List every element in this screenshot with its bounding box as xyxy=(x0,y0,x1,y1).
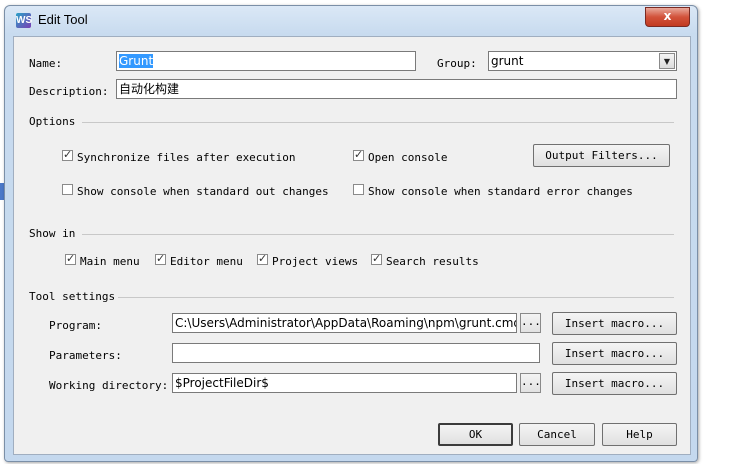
dialog-body: Name: Grunt Group: grunt ▼ Description: … xyxy=(13,36,691,455)
working-directory-input[interactable]: $ProjectFileDir$ xyxy=(172,373,517,393)
show-in-divider xyxy=(82,234,674,235)
show-console-out-checkbox[interactable] xyxy=(62,184,73,195)
show-console-err-label: Show console when standard error changes xyxy=(368,185,633,198)
show-console-out-label: Show console when standard out changes xyxy=(77,185,329,198)
working-directory-insert-macro-button[interactable]: Insert macro... xyxy=(552,372,677,395)
help-button[interactable]: Help xyxy=(602,423,677,446)
name-label: Name: xyxy=(29,57,63,70)
options-heading: Options xyxy=(29,115,76,128)
editor-menu-label: Editor menu xyxy=(170,255,243,268)
program-label: Program: xyxy=(49,319,102,332)
webstorm-icon: WS xyxy=(16,13,33,28)
group-value: grunt xyxy=(491,54,524,68)
group-combobox[interactable]: grunt ▼ xyxy=(488,51,677,71)
project-views-checkbox[interactable]: ✓ xyxy=(257,252,268,265)
group-label: Group: xyxy=(437,57,477,70)
open-console-label: Open console xyxy=(368,151,448,164)
main-menu-label: Main menu xyxy=(80,255,140,268)
close-button[interactable]: x xyxy=(645,7,690,27)
options-divider xyxy=(82,122,674,123)
tool-settings-divider xyxy=(118,297,674,298)
working-directory-browse-button[interactable]: ... xyxy=(520,373,541,393)
sync-files-label: Synchronize files after execution xyxy=(77,151,296,164)
parameters-label: Parameters: xyxy=(49,349,122,362)
editor-menu-checkbox[interactable]: ✓ xyxy=(155,252,166,265)
project-views-label: Project views xyxy=(272,255,359,268)
output-filters-button[interactable]: Output Filters... xyxy=(533,144,670,167)
name-input[interactable]: Grunt xyxy=(116,51,416,71)
edit-tool-dialog: WS Edit Tool x Name: Grunt Group: grunt … xyxy=(4,5,698,462)
chevron-down-icon[interactable]: ▼ xyxy=(659,53,675,69)
search-results-checkbox[interactable]: ✓ xyxy=(371,252,382,265)
program-insert-macro-button[interactable]: Insert macro... xyxy=(552,312,677,335)
name-input-value: Grunt xyxy=(119,54,154,68)
tool-settings-heading: Tool settings xyxy=(29,290,116,303)
title-bar[interactable]: WS Edit Tool x xyxy=(5,6,697,34)
cancel-button[interactable]: Cancel xyxy=(519,423,595,446)
description-input[interactable]: 自动化构建 xyxy=(116,79,677,99)
parameters-insert-macro-button[interactable]: Insert macro... xyxy=(552,342,677,365)
program-browse-button[interactable]: ... xyxy=(520,313,541,333)
sync-files-checkbox[interactable]: ✓ xyxy=(62,148,73,161)
main-menu-checkbox[interactable]: ✓ xyxy=(65,252,76,265)
description-label: Description: xyxy=(29,85,109,98)
parameters-input[interactable] xyxy=(172,343,540,363)
show-console-err-checkbox[interactable] xyxy=(353,184,364,195)
dialog-title: Edit Tool xyxy=(38,12,88,27)
ok-button[interactable]: OK xyxy=(438,423,513,446)
show-in-heading: Show in xyxy=(29,227,76,240)
open-console-checkbox[interactable]: ✓ xyxy=(353,148,364,161)
program-input[interactable]: C:\Users\Administrator\AppData\Roaming\n… xyxy=(172,313,517,333)
working-directory-label: Working directory: xyxy=(49,379,169,392)
search-results-label: Search results xyxy=(386,255,479,268)
